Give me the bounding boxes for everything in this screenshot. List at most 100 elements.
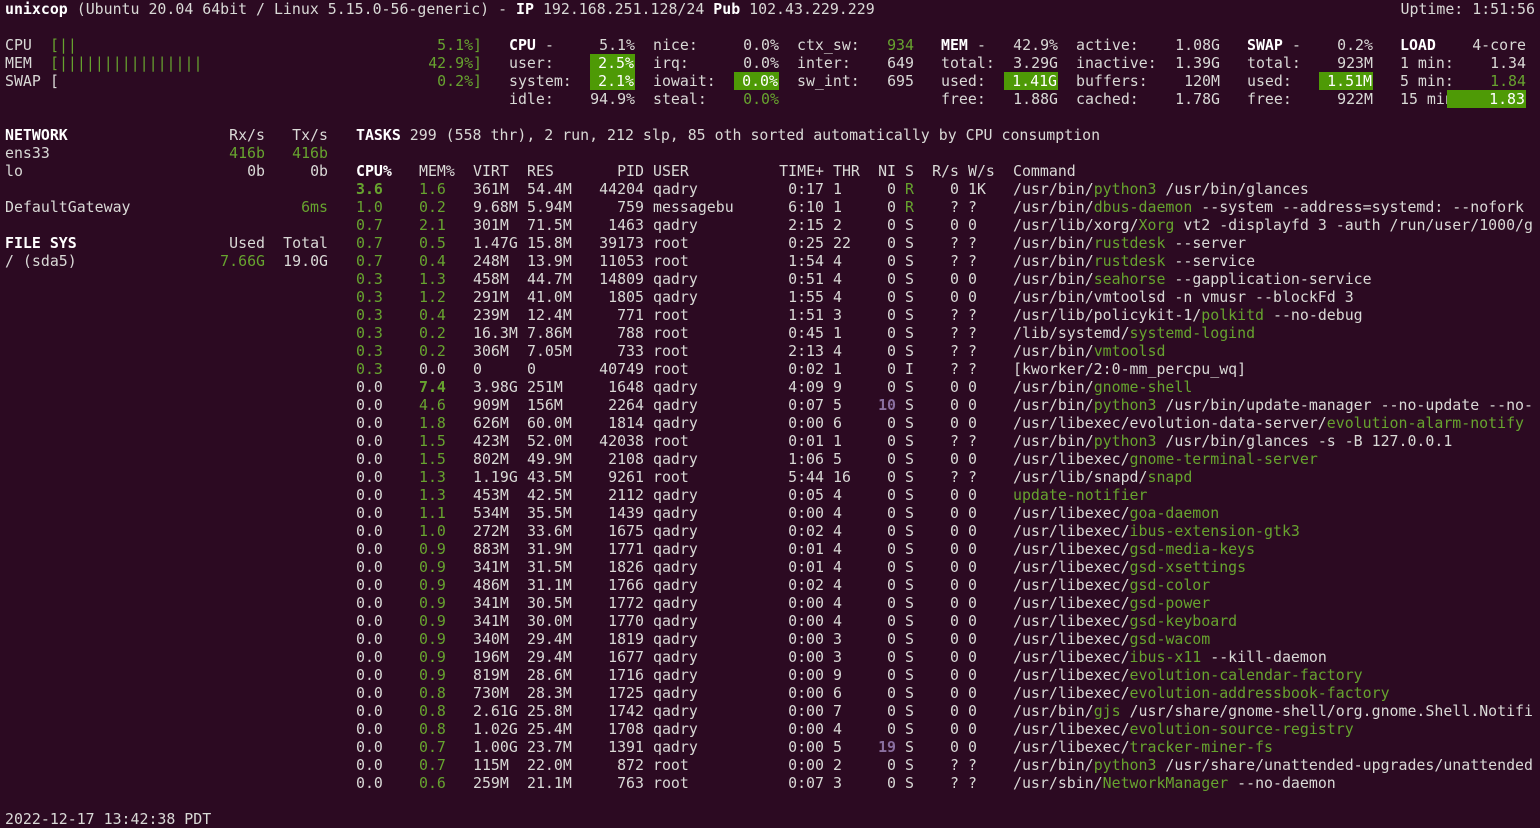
process-mem: 0.9: [419, 666, 446, 684]
mem-cached-label: cached:: [1076, 90, 1139, 108]
virt-col-header[interactable]: VIRT: [473, 162, 509, 180]
load-15min-value: 1.83: [1447, 90, 1526, 108]
process-pid: 1725: [608, 684, 644, 702]
network-iface-name: ens33: [5, 144, 50, 162]
process-res: 12.4M: [527, 306, 572, 324]
process-cpu: 0.3: [356, 342, 383, 360]
tasks-line: TASKS 299 (558 thr), 2 run, 212 slp, 85 …: [356, 126, 1100, 144]
process-user: messagebu: [653, 198, 734, 216]
process-rs: 0: [950, 558, 959, 576]
process-command: /usr/libexec/gsd-color: [1013, 576, 1211, 594]
process-ws: 0: [968, 270, 977, 288]
state-col-header[interactable]: S: [905, 162, 914, 180]
res-col-header[interactable]: RES: [527, 162, 554, 180]
process-mem: 1.3: [419, 486, 446, 504]
process-command: [kworker/2:0-mm_percpu_wq]: [1013, 360, 1247, 378]
swap-title: SWAP: [1247, 36, 1283, 54]
process-ni: 0: [887, 180, 896, 198]
process-thr: 4: [833, 522, 842, 540]
process-virt: 819M: [473, 666, 509, 684]
process-thr: 1: [833, 324, 842, 342]
process-thr: 5: [833, 396, 842, 414]
process-ni: 0: [887, 612, 896, 630]
process-thr: 3: [833, 306, 842, 324]
process-command: /usr/libexec/ibus-extension-gtk3: [1013, 522, 1300, 540]
process-mem: 0.7: [419, 756, 446, 774]
process-s: S: [905, 504, 914, 522]
write-col-header[interactable]: W/s: [968, 162, 995, 180]
quicklook-mem-bar: [||||||||||||||||: [50, 54, 203, 72]
time-col-header[interactable]: TIME+: [779, 162, 824, 180]
process-mem: 7.4: [419, 378, 446, 396]
process-res: 25.8M: [527, 702, 572, 720]
process-ws: 0: [968, 396, 977, 414]
ni-col-header[interactable]: NI: [878, 162, 896, 180]
process-ni: 0: [887, 504, 896, 522]
process-virt: 341M: [473, 558, 509, 576]
read-col-header[interactable]: R/s: [932, 162, 959, 180]
process-ni: 0: [887, 414, 896, 432]
mem-col-header[interactable]: MEM%: [419, 162, 455, 180]
process-s: S: [905, 378, 914, 396]
gateway-latency: 6ms: [301, 198, 328, 216]
process-user: qadry: [653, 666, 698, 684]
process-res: 30.0M: [527, 612, 572, 630]
process-ni: 0: [887, 666, 896, 684]
swap-free-value: 922M: [1337, 90, 1373, 108]
process-pid: 1677: [608, 648, 644, 666]
process-ni: 0: [887, 198, 896, 216]
process-res: 251M: [527, 378, 563, 396]
process-ws: 1K: [968, 180, 986, 198]
process-mem: 0.7: [419, 738, 446, 756]
process-time: 0:00: [788, 702, 824, 720]
process-thr: 3: [833, 630, 842, 648]
process-s: S: [905, 252, 914, 270]
process-cpu: 0.0: [356, 396, 383, 414]
process-rs: ?: [950, 342, 959, 360]
process-rs: 0: [950, 720, 959, 738]
process-cpu: 0.3: [356, 360, 383, 378]
process-ni: 0: [887, 450, 896, 468]
process-rs: 0: [950, 504, 959, 522]
process-res: 7.05M: [527, 342, 572, 360]
process-user: qadry: [653, 612, 698, 630]
process-user: root: [653, 360, 689, 378]
process-rs: ?: [950, 432, 959, 450]
cpu-system-value: 2.1%: [590, 72, 635, 90]
cpu-col-header[interactable]: CPU%: [356, 162, 392, 180]
process-s: S: [905, 468, 914, 486]
process-virt: 272M: [473, 522, 509, 540]
process-user: root: [653, 234, 689, 252]
thr-col-header[interactable]: THR: [833, 162, 860, 180]
process-cpu: 0.3: [356, 306, 383, 324]
process-time: 0:00: [788, 666, 824, 684]
cpu-idle-label: idle:: [509, 90, 554, 108]
quicklook-mem-label: MEM: [5, 54, 32, 72]
process-user: qadry: [653, 558, 698, 576]
mem-free-value: 1.88G: [1013, 90, 1058, 108]
user-col-header[interactable]: USER: [653, 162, 689, 180]
filesys-title: FILE SYS: [5, 234, 77, 252]
process-s: S: [905, 270, 914, 288]
process-mem: 0.2: [419, 198, 446, 216]
process-pid: 11053: [599, 252, 644, 270]
header-line: unixcop (Ubuntu 20.04 64bit / Linux 5.15…: [5, 0, 875, 18]
process-command: /usr/libexec/gnome-terminal-server: [1013, 450, 1318, 468]
process-mem: 0.5: [419, 234, 446, 252]
process-virt: 16.3M: [473, 324, 518, 342]
process-s: S: [905, 342, 914, 360]
process-ws: 0: [968, 216, 977, 234]
process-cpu: 0.0: [356, 774, 383, 792]
process-mem: 1.3: [419, 468, 446, 486]
cpu-title: CPU: [509, 36, 536, 54]
process-user: qadry: [653, 414, 698, 432]
process-thr: 1: [833, 360, 842, 378]
process-ni: 10: [878, 396, 896, 414]
process-rs: 0: [950, 216, 959, 234]
process-pid: 763: [617, 774, 644, 792]
pid-col-header[interactable]: PID: [617, 162, 644, 180]
process-mem: 0.9: [419, 594, 446, 612]
process-s: S: [905, 486, 914, 504]
command-col-header[interactable]: Command: [1013, 162, 1076, 180]
process-cpu: 0.7: [356, 252, 383, 270]
